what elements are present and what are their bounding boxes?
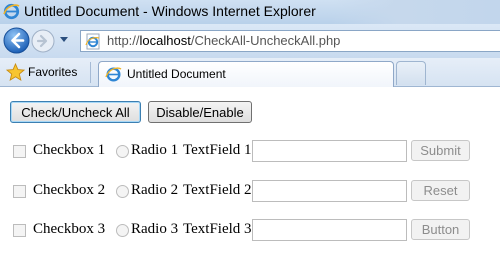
radio-2[interactable] [116,185,129,198]
textfield-2-input[interactable] [252,180,407,202]
internet-explorer-icon [105,67,122,82]
tab-label: Untitled Document [127,67,226,81]
radio-2-label: Radio 2 [131,182,179,198]
form-row: Checkbox 3 Radio 3 TextField 3 Button [0,219,500,241]
generic-button[interactable]: Button [411,219,470,240]
form-row: Checkbox 1 Radio 1 TextField 1 Submit [0,140,500,162]
star-icon [6,63,25,81]
textfield-1-input[interactable] [252,140,407,162]
textfield-2-label: TextField 2 [183,182,252,198]
favorites-bar: Favorites Untitled Document [0,58,500,87]
page-content: Check/Uncheck All Disable/Enable Checkbo… [0,88,500,264]
disable-enable-button[interactable]: Disable/Enable [148,101,252,123]
toolbar-divider [90,62,91,83]
checkbox-2[interactable] [13,185,26,198]
title-bar: Untitled Document - Windows Internet Exp… [0,0,500,24]
radio-3[interactable] [116,224,129,237]
url-path: /CheckAll-UncheckAll.php [190,33,341,48]
page-icon [85,33,100,50]
checkbox-1-label: Checkbox 1 [33,142,106,158]
textfield-3-input[interactable] [252,219,407,241]
radio-1[interactable] [116,145,129,158]
check-uncheck-all-button[interactable]: Check/Uncheck All [10,101,141,123]
window-title: Untitled Document - Windows Internet Exp… [24,3,316,19]
checkbox-2-label: Checkbox 2 [33,182,106,198]
form-row: Checkbox 2 Radio 2 TextField 2 Reset [0,180,500,202]
address-bar[interactable]: http://localhost/CheckAll-UncheckAll.php [80,30,500,52]
chevron-down-icon[interactable] [59,36,69,44]
checkbox-1[interactable] [13,145,26,158]
title-bar-glass [332,0,500,24]
new-tab-button[interactable] [396,61,426,85]
favorites-label: Favorites [28,65,78,79]
url-host: localhost [139,33,191,48]
checkbox-3-label: Checkbox 3 [33,221,106,237]
checkbox-3[interactable] [13,224,26,237]
back-arrow-icon[interactable] [3,27,30,54]
internet-explorer-icon [3,3,20,20]
radio-3-label: Radio 3 [131,221,179,237]
textfield-3-label: TextField 3 [183,221,252,237]
url-prefix: http:// [107,33,140,48]
navigation-bar: http://localhost/CheckAll-UncheckAll.php [0,24,500,58]
forward-arrow-icon[interactable] [31,29,55,53]
address-url[interactable]: http://localhost/CheckAll-UncheckAll.php [107,33,340,48]
textfield-1-label: TextField 1 [183,142,252,158]
submit-button[interactable]: Submit [411,140,470,161]
radio-1-label: Radio 1 [131,142,179,158]
reset-button[interactable]: Reset [411,180,470,201]
tab-untitled-document[interactable]: Untitled Document [98,61,394,87]
